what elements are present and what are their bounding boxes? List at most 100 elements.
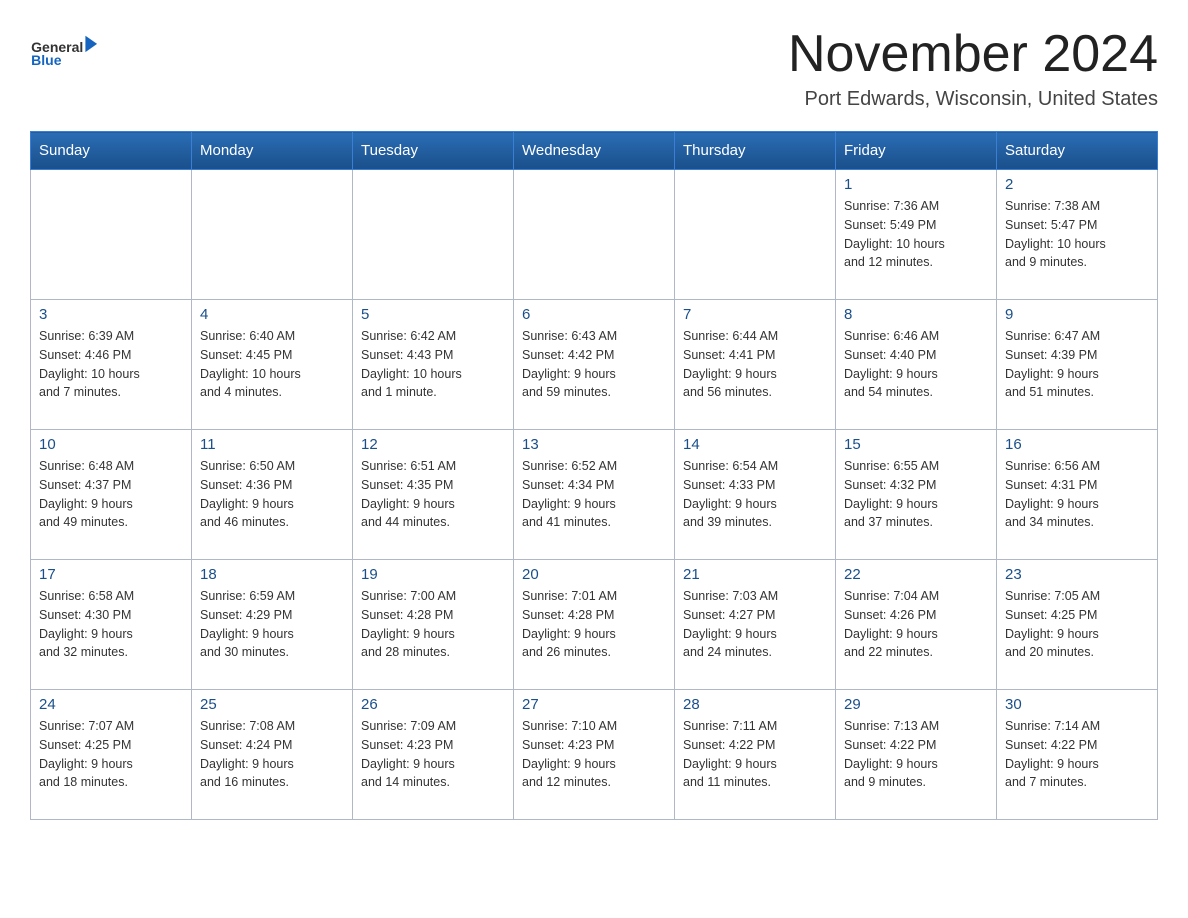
day-info: Sunrise: 7:08 AMSunset: 4:24 PMDaylight:… xyxy=(200,717,344,792)
col-friday: Friday xyxy=(836,132,997,170)
table-row xyxy=(353,170,514,300)
table-row: 18Sunrise: 6:59 AMSunset: 4:29 PMDayligh… xyxy=(192,560,353,690)
calendar-header-row: Sunday Monday Tuesday Wednesday Thursday… xyxy=(31,132,1158,170)
table-row: 27 Sunrise: 7:10 AMSunset: 4:23 PMDayligh… xyxy=(514,690,675,820)
day-number: 23 xyxy=(1005,566,1149,583)
day-info: Sunrise: 6:51 AMSunset: 4:35 PMDaylight:… xyxy=(361,457,505,532)
col-saturday: Saturday xyxy=(997,132,1158,170)
table-row: 16Sunrise: 6:56 AMSunset: 4:31 PMDayligh… xyxy=(997,430,1158,560)
table-row xyxy=(675,170,836,300)
day-number: 26 xyxy=(361,696,505,713)
col-monday: Monday xyxy=(192,132,353,170)
table-row: 24Sunrise: 7:07 AMSunset: 4:25 PMDayligh… xyxy=(31,690,192,820)
table-row: 9Sunrise: 6:47 AMSunset: 4:39 PMDaylight… xyxy=(997,300,1158,430)
day-info: Sunrise: 7:03 AMSunset: 4:27 PMDaylight:… xyxy=(683,587,827,662)
day-number: 29 xyxy=(844,696,988,713)
day-number: 6 xyxy=(522,306,666,323)
calendar-title: November 2024 xyxy=(788,24,1158,84)
day-info: Sunrise: 6:42 AMSunset: 4:43 PMDaylight:… xyxy=(361,327,505,402)
table-row: 19Sunrise: 7:00 AMSunset: 4:28 PMDayligh… xyxy=(353,560,514,690)
day-info: Sunrise: 6:52 AMSunset: 4:34 PMDaylight:… xyxy=(522,457,666,532)
day-info: Sunrise: 7:09 AMSunset: 4:23 PMDaylight:… xyxy=(361,717,505,792)
table-row: 29 Sunrise: 7:13 AMSunset: 4:22 PMDayligh… xyxy=(836,690,997,820)
table-row: 14 Sunrise: 6:54 AMSunset: 4:33 PMDayligh… xyxy=(675,430,836,560)
day-number: 10 xyxy=(39,436,183,453)
table-row: 23 Sunrise: 7:05 AMSunset: 4:25 PMDayligh… xyxy=(997,560,1158,690)
table-row: 5 Sunrise: 6:42 AMSunset: 4:43 PMDaylight… xyxy=(353,300,514,430)
day-info: Sunrise: 6:50 AMSunset: 4:36 PMDaylight:… xyxy=(200,457,344,532)
page-header: General Blue November 2024 Port Edwards,… xyxy=(30,24,1158,111)
day-info: Sunrise: 7:04 AMSunset: 4:26 PMDaylight:… xyxy=(844,587,988,662)
day-number: 15 xyxy=(844,436,988,453)
table-row: 4 Sunrise: 6:40 AMSunset: 4:45 PMDaylight… xyxy=(192,300,353,430)
day-number: 7 xyxy=(683,306,827,323)
day-info: Sunrise: 6:59 AMSunset: 4:29 PMDaylight:… xyxy=(200,587,344,662)
day-info: Sunrise: 7:38 AMSunset: 5:47 PMDaylight:… xyxy=(1005,197,1149,272)
day-info: Sunrise: 6:55 AMSunset: 4:32 PMDaylight:… xyxy=(844,457,988,532)
table-row: 13Sunrise: 6:52 AMSunset: 4:34 PMDayligh… xyxy=(514,430,675,560)
day-number: 17 xyxy=(39,566,183,583)
day-info: Sunrise: 7:05 AMSunset: 4:25 PMDaylight:… xyxy=(1005,587,1149,662)
calendar-week-row: 10 Sunrise: 6:48 AMSunset: 4:37 PMDayligh… xyxy=(31,430,1158,560)
day-number: 21 xyxy=(683,566,827,583)
table-row: 17 Sunrise: 6:58 AMSunset: 4:30 PMDayligh… xyxy=(31,560,192,690)
col-thursday: Thursday xyxy=(675,132,836,170)
logo-image: General Blue xyxy=(30,24,100,79)
table-row: 25 Sunrise: 7:08 AMSunset: 4:24 PMDayligh… xyxy=(192,690,353,820)
table-row xyxy=(31,170,192,300)
day-info: Sunrise: 6:40 AMSunset: 4:45 PMDaylight:… xyxy=(200,327,344,402)
day-info: Sunrise: 7:11 AMSunset: 4:22 PMDaylight:… xyxy=(683,717,827,792)
day-number: 30 xyxy=(1005,696,1149,713)
day-number: 28 xyxy=(683,696,827,713)
day-number: 4 xyxy=(200,306,344,323)
table-row: 30 Sunrise: 7:14 AMSunset: 4:22 PMDayligh… xyxy=(997,690,1158,820)
table-row: 3 Sunrise: 6:39 AMSunset: 4:46 PMDaylight… xyxy=(31,300,192,430)
day-number: 14 xyxy=(683,436,827,453)
day-info: Sunrise: 7:13 AMSunset: 4:22 PMDaylight:… xyxy=(844,717,988,792)
calendar-week-row: 1 Sunrise: 7:36 AMSunset: 5:49 PMDaylight… xyxy=(31,170,1158,300)
day-number: 1 xyxy=(844,176,988,193)
table-row: 28 Sunrise: 7:11 AMSunset: 4:22 PMDayligh… xyxy=(675,690,836,820)
day-info: Sunrise: 7:14 AMSunset: 4:22 PMDaylight:… xyxy=(1005,717,1149,792)
day-number: 27 xyxy=(522,696,666,713)
table-row: 8 Sunrise: 6:46 AMSunset: 4:40 PMDaylight… xyxy=(836,300,997,430)
day-info: Sunrise: 7:07 AMSunset: 4:25 PMDaylight:… xyxy=(39,717,183,792)
day-number: 2 xyxy=(1005,176,1149,193)
table-row: 22 Sunrise: 7:04 AMSunset: 4:26 PMDayligh… xyxy=(836,560,997,690)
day-number: 11 xyxy=(200,436,344,453)
day-info: Sunrise: 6:46 AMSunset: 4:40 PMDaylight:… xyxy=(844,327,988,402)
day-info: Sunrise: 6:58 AMSunset: 4:30 PMDaylight:… xyxy=(39,587,183,662)
day-number: 16 xyxy=(1005,436,1149,453)
table-row: 2 Sunrise: 7:38 AMSunset: 5:47 PMDaylight… xyxy=(997,170,1158,300)
day-info: Sunrise: 6:43 AMSunset: 4:42 PMDaylight:… xyxy=(522,327,666,402)
day-info: Sunrise: 7:10 AMSunset: 4:23 PMDaylight:… xyxy=(522,717,666,792)
table-row: 20Sunrise: 7:01 AMSunset: 4:28 PMDayligh… xyxy=(514,560,675,690)
col-tuesday: Tuesday xyxy=(353,132,514,170)
table-row: 11 Sunrise: 6:50 AMSunset: 4:36 PMDayligh… xyxy=(192,430,353,560)
day-number: 5 xyxy=(361,306,505,323)
day-number: 19 xyxy=(361,566,505,583)
col-sunday: Sunday xyxy=(31,132,192,170)
calendar-table: Sunday Monday Tuesday Wednesday Thursday… xyxy=(30,131,1158,820)
table-row xyxy=(514,170,675,300)
calendar-week-row: 24Sunrise: 7:07 AMSunset: 4:25 PMDayligh… xyxy=(31,690,1158,820)
svg-text:Blue: Blue xyxy=(31,52,62,68)
day-info: Sunrise: 6:44 AMSunset: 4:41 PMDaylight:… xyxy=(683,327,827,402)
day-info: Sunrise: 6:54 AMSunset: 4:33 PMDaylight:… xyxy=(683,457,827,532)
table-row: 15 Sunrise: 6:55 AMSunset: 4:32 PMDayligh… xyxy=(836,430,997,560)
calendar-subtitle: Port Edwards, Wisconsin, United States xyxy=(788,88,1158,111)
day-number: 22 xyxy=(844,566,988,583)
calendar-week-row: 17 Sunrise: 6:58 AMSunset: 4:30 PMDayligh… xyxy=(31,560,1158,690)
day-number: 12 xyxy=(361,436,505,453)
day-info: Sunrise: 7:36 AMSunset: 5:49 PMDaylight:… xyxy=(844,197,988,272)
day-number: 8 xyxy=(844,306,988,323)
day-info: Sunrise: 6:48 AMSunset: 4:37 PMDaylight:… xyxy=(39,457,183,532)
table-row: 10 Sunrise: 6:48 AMSunset: 4:37 PMDayligh… xyxy=(31,430,192,560)
calendar-week-row: 3 Sunrise: 6:39 AMSunset: 4:46 PMDaylight… xyxy=(31,300,1158,430)
day-number: 25 xyxy=(200,696,344,713)
day-info: Sunrise: 6:39 AMSunset: 4:46 PMDaylight:… xyxy=(39,327,183,402)
col-wednesday: Wednesday xyxy=(514,132,675,170)
day-number: 9 xyxy=(1005,306,1149,323)
table-row: 6 Sunrise: 6:43 AMSunset: 4:42 PMDaylight… xyxy=(514,300,675,430)
day-number: 3 xyxy=(39,306,183,323)
